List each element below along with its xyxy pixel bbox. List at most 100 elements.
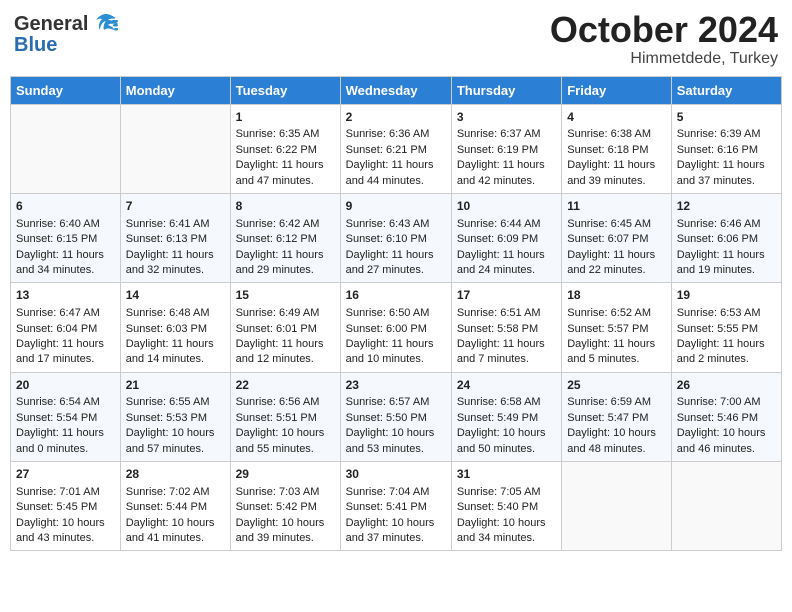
day-number: 13 xyxy=(16,287,115,304)
cell-info-line: Sunset: 5:55 PM xyxy=(677,322,776,337)
day-number: 24 xyxy=(457,377,556,394)
cell-info-line: Sunrise: 6:35 AM xyxy=(236,127,335,142)
day-number: 27 xyxy=(16,466,115,483)
cell-info-line: Daylight: 10 hours and 55 minutes. xyxy=(236,426,335,457)
cell-info-line: Sunrise: 6:48 AM xyxy=(126,306,225,321)
cell-info-line: Sunrise: 6:51 AM xyxy=(457,306,556,321)
cell-info-line: Daylight: 11 hours and 0 minutes. xyxy=(16,426,115,457)
day-number: 31 xyxy=(457,466,556,483)
cell-w5-d6 xyxy=(562,462,671,551)
month-title: October 2024 xyxy=(550,10,778,50)
week-row-1: 1Sunrise: 6:35 AMSunset: 6:22 PMDaylight… xyxy=(11,104,782,193)
col-thursday: Thursday xyxy=(451,76,561,104)
day-number: 26 xyxy=(677,377,776,394)
col-tuesday: Tuesday xyxy=(230,76,340,104)
cell-w1-d7: 5Sunrise: 6:39 AMSunset: 6:16 PMDaylight… xyxy=(671,104,781,193)
cell-info-line: Sunrise: 7:01 AM xyxy=(16,485,115,500)
cell-w1-d5: 3Sunrise: 6:37 AMSunset: 6:19 PMDaylight… xyxy=(451,104,561,193)
day-number: 14 xyxy=(126,287,225,304)
cell-info-line: Sunset: 6:00 PM xyxy=(346,322,446,337)
cell-info-line: Sunrise: 6:53 AM xyxy=(677,306,776,321)
day-number: 9 xyxy=(346,198,446,215)
cell-w3-d4: 16 Sunrise: 6:50 AMSunset: 6:00 PMDayligh… xyxy=(340,283,451,372)
day-number: 18 xyxy=(567,287,665,304)
cell-w2-d5: 10Sunrise: 6:44 AMSunset: 6:09 PMDayligh… xyxy=(451,193,561,282)
day-number: 6 xyxy=(16,198,115,215)
cell-w5-d2: 28Sunrise: 7:02 AMSunset: 5:44 PMDayligh… xyxy=(120,462,230,551)
day-number: 28 xyxy=(126,466,225,483)
cell-info-line: Sunset: 5:50 PM xyxy=(346,411,446,426)
col-saturday: Saturday xyxy=(671,76,781,104)
cell-info-line: Sunrise: 6:46 AM xyxy=(677,217,776,232)
day-number: 20 xyxy=(16,377,115,394)
cell-info-line: Sunset: 5:41 PM xyxy=(346,500,446,515)
week-row-5: 27Sunrise: 7:01 AMSunset: 5:45 PMDayligh… xyxy=(11,462,782,551)
cell-w3-d5: 17Sunrise: 6:51 AMSunset: 5:58 PMDayligh… xyxy=(451,283,561,372)
day-number: 3 xyxy=(457,109,556,126)
cell-info-line: Sunrise: 6:50 AM xyxy=(346,306,446,321)
cell-w5-d7 xyxy=(671,462,781,551)
header-row: Sunday Monday Tuesday Wednesday Thursday… xyxy=(11,76,782,104)
day-number: 8 xyxy=(236,198,335,215)
cell-info-line: Sunrise: 6:41 AM xyxy=(126,217,225,232)
cell-info-line: Daylight: 10 hours and 43 minutes. xyxy=(16,516,115,547)
cell-info-line: Daylight: 11 hours and 47 minutes. xyxy=(236,158,335,189)
cell-info-line: Daylight: 11 hours and 10 minutes. xyxy=(346,337,446,368)
title-block: October 2024 Himmetdede, Turkey xyxy=(550,10,778,68)
cell-info-line: Daylight: 10 hours and 57 minutes. xyxy=(126,426,225,457)
logo-bird-icon xyxy=(92,10,120,38)
cell-info-line: Daylight: 11 hours and 24 minutes. xyxy=(457,248,556,279)
cell-info-line: Daylight: 10 hours and 39 minutes. xyxy=(236,516,335,547)
cell-info-line: Sunrise: 6:36 AM xyxy=(346,127,446,142)
day-number: 29 xyxy=(236,466,335,483)
cell-info-line: Sunrise: 7:03 AM xyxy=(236,485,335,500)
cell-info-line: Daylight: 11 hours and 7 minutes. xyxy=(457,337,556,368)
cell-info-line: Daylight: 11 hours and 44 minutes. xyxy=(346,158,446,189)
cell-w5-d4: 30 Sunrise: 7:04 AMSunset: 5:41 PMDayligh… xyxy=(340,462,451,551)
day-number: 17 xyxy=(457,287,556,304)
cell-info-line: Daylight: 11 hours and 14 minutes. xyxy=(126,337,225,368)
day-number: 11 xyxy=(567,198,665,215)
cell-info-line: Sunrise: 7:02 AM xyxy=(126,485,225,500)
cell-info-line: Sunset: 5:51 PM xyxy=(236,411,335,426)
cell-info-line: Sunrise: 7:05 AM xyxy=(457,485,556,500)
cell-info-line: Sunrise: 6:42 AM xyxy=(236,217,335,232)
logo: General Blue xyxy=(14,10,120,57)
cell-info-line: Sunset: 6:21 PM xyxy=(346,143,446,158)
day-number: 21 xyxy=(126,377,225,394)
day-number: 16 xyxy=(346,287,446,304)
cell-info-line: Sunset: 6:10 PM xyxy=(346,232,446,247)
cell-info-line: Sunset: 6:18 PM xyxy=(567,143,665,158)
cell-w4-d5: 24Sunrise: 6:58 AMSunset: 5:49 PMDayligh… xyxy=(451,372,561,461)
day-number: 30 xyxy=(346,466,446,483)
cell-info-line: Daylight: 11 hours and 12 minutes. xyxy=(236,337,335,368)
cell-info-line: Sunset: 6:01 PM xyxy=(236,322,335,337)
cell-w5-d1: 27 Sunrise: 7:01 AMSunset: 5:45 PMDayligh… xyxy=(11,462,121,551)
calendar-table: Sunday Monday Tuesday Wednesday Thursday… xyxy=(10,76,782,552)
cell-info-line: Sunset: 5:54 PM xyxy=(16,411,115,426)
cell-info-line: Sunrise: 6:54 AM xyxy=(16,395,115,410)
col-friday: Friday xyxy=(562,76,671,104)
cell-info-line: Sunset: 6:04 PM xyxy=(16,322,115,337)
cell-info-line: Sunset: 6:19 PM xyxy=(457,143,556,158)
cell-info-line: Daylight: 11 hours and 27 minutes. xyxy=(346,248,446,279)
day-number: 10 xyxy=(457,198,556,215)
cell-info-line: Sunrise: 6:59 AM xyxy=(567,395,665,410)
cell-info-line: Sunrise: 7:04 AM xyxy=(346,485,446,500)
cell-info-line: Daylight: 11 hours and 34 minutes. xyxy=(16,248,115,279)
cell-info-line: Sunrise: 6:58 AM xyxy=(457,395,556,410)
col-monday: Monday xyxy=(120,76,230,104)
cell-info-line: Sunset: 5:45 PM xyxy=(16,500,115,515)
cell-info-line: Sunrise: 6:38 AM xyxy=(567,127,665,142)
cell-info-line: Sunrise: 6:55 AM xyxy=(126,395,225,410)
cell-info-line: Sunset: 5:49 PM xyxy=(457,411,556,426)
cell-info-line: Daylight: 11 hours and 19 minutes. xyxy=(677,248,776,279)
cell-w2-d2: 7Sunrise: 6:41 AMSunset: 6:13 PMDaylight… xyxy=(120,193,230,282)
cell-w3-d2: 14 Sunrise: 6:48 AMSunset: 6:03 PMDayligh… xyxy=(120,283,230,372)
cell-info-line: Sunset: 5:57 PM xyxy=(567,322,665,337)
cell-w3-d6: 18Sunrise: 6:52 AMSunset: 5:57 PMDayligh… xyxy=(562,283,671,372)
cell-info-line: Sunset: 6:09 PM xyxy=(457,232,556,247)
cell-info-line: Sunset: 6:03 PM xyxy=(126,322,225,337)
cell-info-line: Daylight: 10 hours and 37 minutes. xyxy=(346,516,446,547)
cell-info-line: Daylight: 10 hours and 41 minutes. xyxy=(126,516,225,547)
